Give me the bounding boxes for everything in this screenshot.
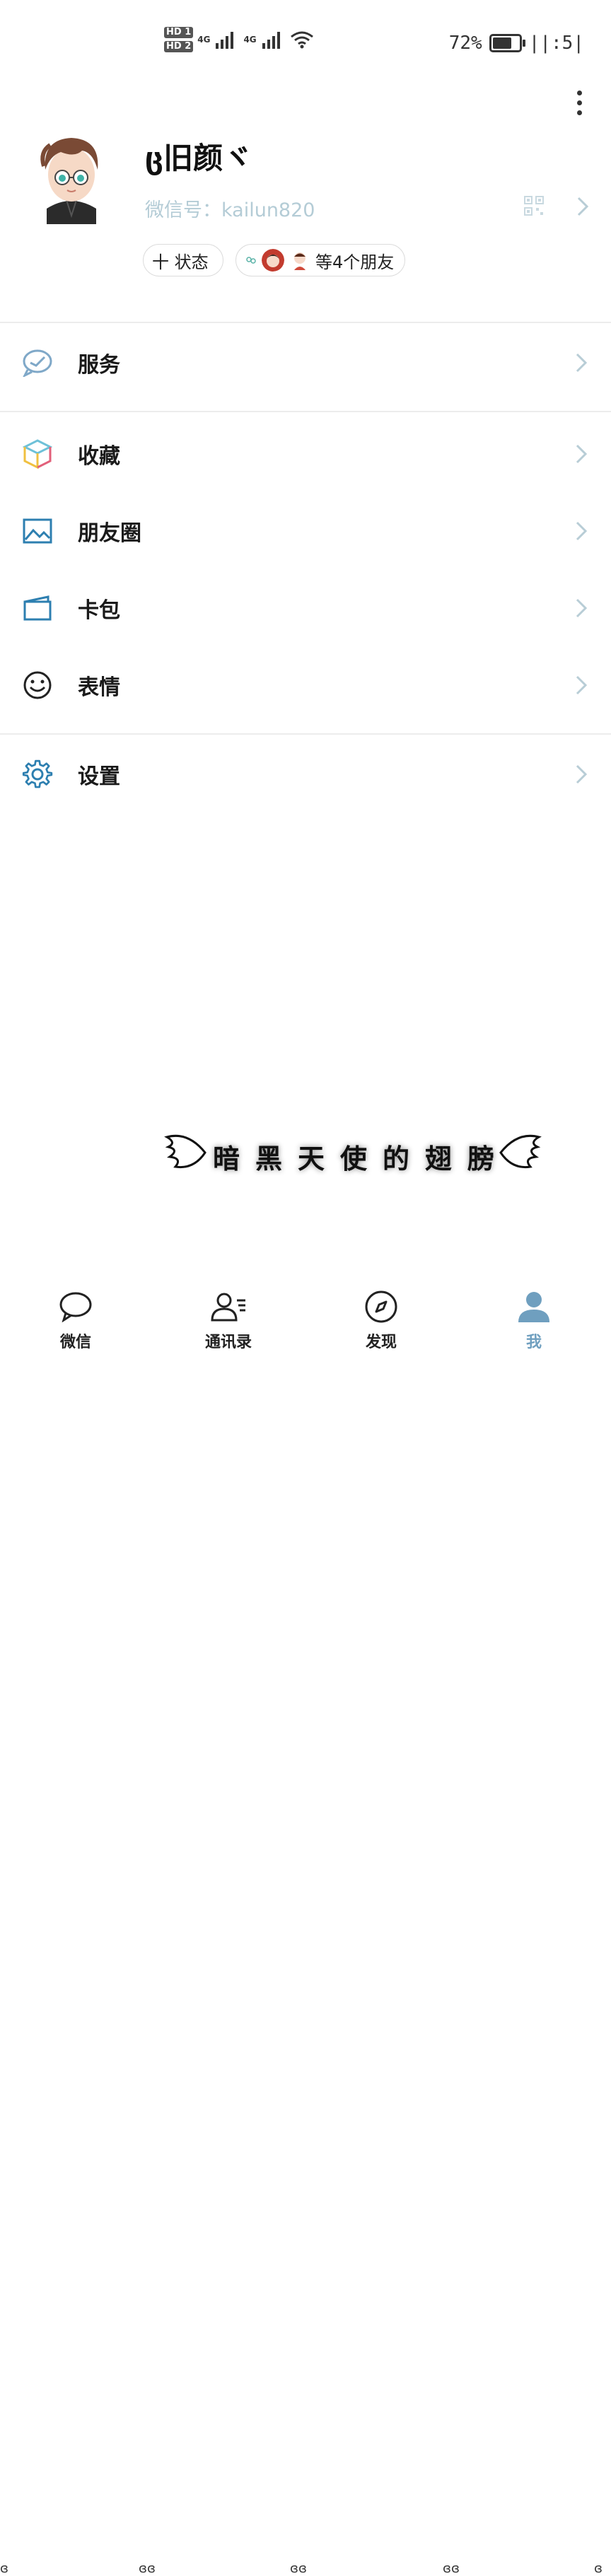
wing-decoration-icon: ɞɞ — [139, 2561, 156, 2576]
divider — [0, 411, 611, 412]
right-wing-icon — [499, 1134, 542, 1169]
add-status-button[interactable]: 十 状态 — [143, 244, 223, 276]
wing-char: 膀 — [467, 1142, 495, 1175]
wechat-id: 微信号：kailun820 — [145, 199, 315, 221]
chevron-right-icon — [576, 444, 588, 464]
status-bar: HD 1 HD 2 4G 4G 72% ||:5| — [0, 0, 611, 85]
bottom-nav: ɞ ɞɞ ɞɞ ɞɞ ɞ 微信 通讯录 发现 我 — [0, 1273, 611, 2576]
stickers-label: 表情 — [78, 675, 120, 700]
wing-decoration-icon: ɞɞ — [443, 2561, 460, 2576]
wing-decoration-icon: ɞ — [0, 2561, 8, 2576]
angel-wings-caption: 暗 黑 天 使 的 翅 膀 — [163, 1131, 545, 1181]
contacts-icon — [210, 1288, 247, 1325]
tab-me-label: 我 — [525, 1334, 542, 1351]
divider — [0, 322, 611, 323]
tab-discover-label: 发现 — [365, 1334, 397, 1351]
menu-item-favorites[interactable]: 收藏 — [0, 419, 611, 489]
battery-icon — [489, 34, 525, 52]
tab-contacts-label: 通讯录 — [204, 1334, 252, 1351]
avatar[interactable] — [33, 131, 110, 224]
signal-bars-1-icon — [216, 30, 234, 49]
person-icon — [516, 1288, 552, 1325]
divider — [0, 733, 611, 735]
service-label: 服务 — [78, 353, 120, 378]
network-indicators: HD 1 HD 2 4G 4G — [164, 27, 314, 52]
gear-icon — [21, 758, 54, 791]
wing-char: 的 — [383, 1142, 410, 1175]
menu-item-service[interactable]: 服务 — [0, 327, 611, 398]
wing-char: 天 — [297, 1142, 325, 1175]
friends-status-label: 等4个朋友 — [315, 252, 395, 272]
chevron-right-icon — [576, 521, 588, 541]
favorites-cube-icon — [21, 438, 54, 470]
network-type-1: 4G — [197, 35, 211, 45]
battery-percent: 72% — [448, 33, 482, 54]
friends-status-button[interactable]: 等4个朋友 — [235, 244, 405, 276]
wifi-icon — [290, 31, 313, 49]
network-type-2: 4G — [243, 35, 257, 45]
tab-chats[interactable]: 微信 — [37, 1288, 115, 1356]
wing-decoration-icon: ɞɞ — [290, 2561, 307, 2576]
nickname: ც旧颜ヾ — [145, 141, 253, 175]
profile-chevron-icon[interactable] — [576, 196, 590, 217]
friend-avatar-2 — [289, 249, 311, 272]
clock: ||:5| — [528, 33, 584, 54]
menu-item-stickers[interactable]: 表情 — [0, 650, 611, 721]
signal-bars-2-icon — [262, 30, 280, 49]
tab-discover[interactable]: 发现 — [342, 1288, 420, 1356]
compass-icon — [363, 1288, 400, 1325]
friend-avatar-1 — [262, 249, 284, 272]
cards-label: 卡包 — [78, 598, 120, 623]
menu-item-moments[interactable]: 朋友圈 — [0, 496, 611, 566]
smiley-icon — [21, 669, 54, 701]
wallet-icon — [21, 592, 54, 624]
moments-label: 朋友圈 — [78, 521, 141, 546]
chat-bubble-icon — [57, 1288, 94, 1325]
tab-me[interactable]: 我 — [495, 1288, 573, 1356]
service-icon — [21, 346, 54, 379]
hd1-badge: HD 1 — [164, 27, 194, 38]
chevron-right-icon — [576, 598, 588, 618]
menu-item-settings[interactable]: 设置 — [0, 739, 611, 810]
wing-char: 黑 — [255, 1142, 282, 1175]
settings-label: 设置 — [78, 764, 120, 789]
wing-char: 使 — [339, 1142, 367, 1175]
hd2-badge: HD 2 — [164, 41, 194, 52]
chevron-right-icon — [576, 764, 588, 784]
favorites-label: 收藏 — [78, 444, 120, 469]
moments-image-icon — [21, 515, 54, 547]
menu-item-cards[interactable]: 卡包 — [0, 573, 611, 643]
wing-decoration-icon: ɞ — [594, 2561, 603, 2576]
chevron-right-icon — [576, 675, 588, 695]
sparkle-icon — [246, 257, 256, 264]
tab-contacts[interactable]: 通讯录 — [190, 1288, 267, 1356]
wing-char: 翅 — [425, 1142, 453, 1175]
qr-code-icon[interactable] — [524, 196, 544, 216]
wing-char: 暗 — [212, 1142, 240, 1175]
battery-and-time: 72% ||:5| — [449, 33, 584, 54]
add-status-label: 十 状态 — [152, 252, 209, 272]
tab-chats-label: 微信 — [59, 1334, 91, 1351]
chevron-right-icon — [576, 353, 588, 373]
more-options-icon[interactable] — [574, 91, 584, 115]
